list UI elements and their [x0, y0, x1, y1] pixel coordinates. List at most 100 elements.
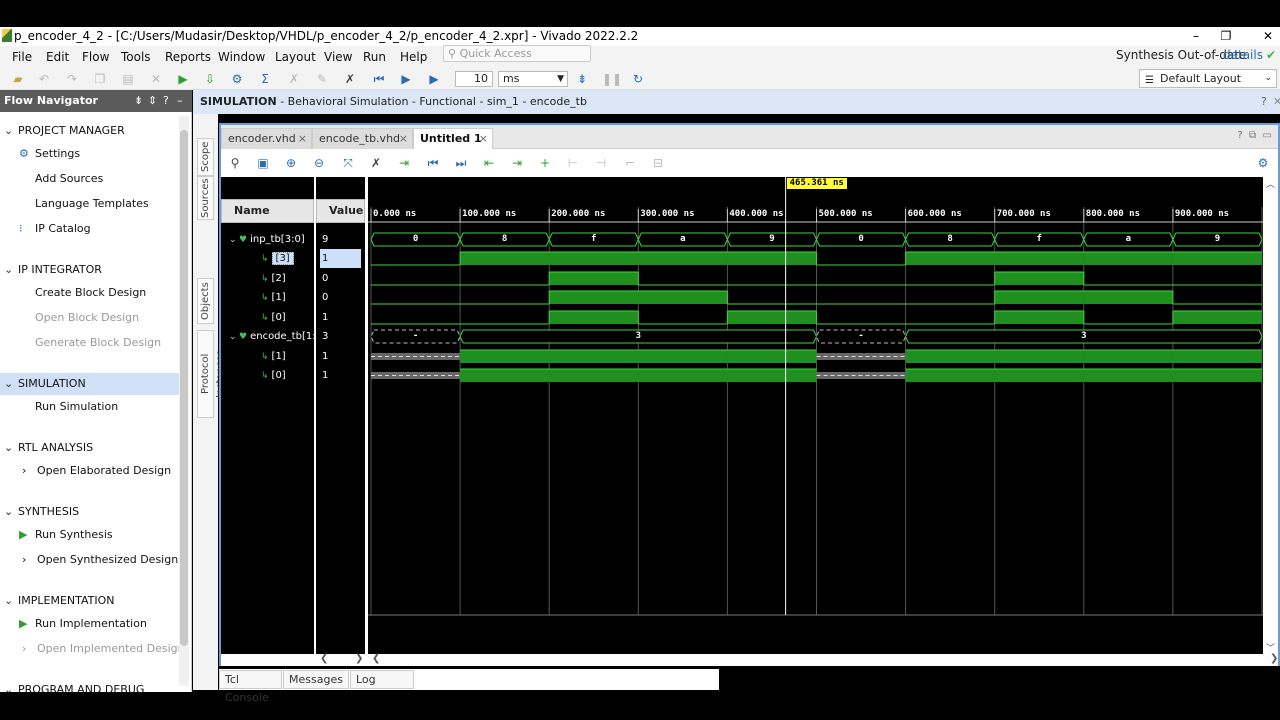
copy-icon[interactable]: ❐ [92, 71, 108, 87]
scroll-right-icon[interactable]: ❯ [1270, 653, 1278, 664]
close-icon[interactable]: ✕ [1273, 90, 1280, 114]
editor-tab-encode_tb-vhd[interactable]: encode_tb.vhd × [312, 128, 413, 149]
menu-reports[interactable]: Reports [165, 46, 211, 68]
nav-section-program-and-debug[interactable]: ⌄ PROGRAM AND DEBUG [0, 679, 179, 701]
collapse-all-icon[interactable]: ⇟ [134, 90, 143, 112]
break-icon[interactable]: ❚❚ [602, 71, 622, 87]
menu-run[interactable]: Run [363, 46, 386, 68]
scroll-left-icon[interactable]: ❮ [372, 653, 380, 664]
side-tab-objects[interactable]: Objects [197, 278, 214, 324]
signal-name-row[interactable]: ↳ [0] [221, 308, 314, 327]
reset-sim-icon[interactable]: ✗ [342, 71, 358, 87]
signal-name-row[interactable]: ↳ [3] [221, 249, 314, 268]
editor-tab-untitled-1[interactable]: Untitled 1 × [413, 128, 493, 149]
restore-icon[interactable]: ❐ [1216, 27, 1236, 46]
save-wave-icon[interactable]: ▣ [255, 155, 271, 171]
zoom-in-icon[interactable]: ⊕ [283, 155, 299, 171]
nav-section-synthesis[interactable]: ⌄ SYNTHESIS [0, 501, 179, 523]
snap-icon[interactable]: ⊟ [650, 155, 666, 171]
help-icon[interactable]: ? [1237, 130, 1242, 141]
menu-tools[interactable]: Tools [121, 46, 151, 68]
cursor-time-label[interactable]: 465.361 ns [786, 178, 847, 189]
go-to-cursor-icon[interactable]: ⇥ [396, 155, 412, 171]
close-tab-icon[interactable]: × [298, 129, 307, 149]
run-unit-select[interactable]: ms ▼ [498, 71, 568, 87]
nav-section-simulation[interactable]: ⌄ SIMULATION [0, 373, 179, 395]
open-folder-icon[interactable]: ▰ [10, 71, 26, 87]
signal-name-row[interactable]: ⌄♥encode_tb[1:0] [221, 327, 314, 346]
zoom-cursor-icon[interactable]: ✗ [368, 155, 384, 171]
quick-access-search[interactable]: ⚲ Quick Access [443, 45, 591, 62]
details-link[interactable]: details [1223, 48, 1263, 62]
undo-icon[interactable]: ↶ [36, 71, 52, 87]
zoom-out-icon[interactable]: ⊖ [311, 155, 327, 171]
nav-section-ip-integrator[interactable]: ⌄ IP INTEGRATOR [0, 259, 179, 281]
run-for-icon[interactable]: ▶ [426, 71, 442, 87]
previous-marker-icon[interactable]: ⊢ [565, 155, 581, 171]
side-tab-scope[interactable]: Scope [197, 138, 214, 176]
go-to-start-icon[interactable]: ⏮ [425, 155, 441, 171]
bottom-tab-tcl-console[interactable]: Tcl Console [219, 670, 282, 704]
signal-name-row[interactable]: ↳ [1] [221, 288, 314, 307]
scroll-left-icon[interactable]: ❮ [320, 653, 328, 664]
maximize-icon[interactable]: ▭ [1263, 130, 1272, 141]
bottom-tab-log[interactable]: Log [350, 670, 414, 689]
nav-section-project-manager[interactable]: ⌄ PROJECT MANAGER [0, 120, 179, 142]
nav-section-rtl-analysis[interactable]: ⌄ RTL ANALYSIS [0, 437, 179, 459]
menu-window[interactable]: Window [218, 46, 265, 68]
name-column-header[interactable]: Name [221, 199, 314, 223]
go-to-end-icon[interactable]: ⏭ [453, 155, 469, 171]
editor-tab-encoder-vhd[interactable]: encoder.vhd × [221, 128, 312, 149]
close-tab-icon[interactable]: × [479, 129, 488, 149]
menu-help[interactable]: Help [400, 46, 427, 68]
program-icon[interactable]: ⇩ [202, 71, 218, 87]
layout-select[interactable]: ☰ Default Layout ⌄ [1139, 69, 1277, 88]
signal-name-row[interactable]: ↳ [1] [221, 347, 314, 366]
value-column-header[interactable]: Value [316, 199, 365, 223]
paste-icon[interactable]: ▤ [120, 71, 136, 87]
swap-cursors-icon[interactable]: ⌐ [622, 155, 638, 171]
help-icon[interactable]: ? [1261, 90, 1267, 114]
scroll-up-icon[interactable]: ︿ [1266, 177, 1275, 190]
cross-tool-icon[interactable]: ✗ [286, 71, 302, 87]
signal-name-row[interactable]: ↳ [0] [221, 366, 314, 385]
minimize-panel-icon[interactable]: – [177, 90, 183, 112]
expand-icon[interactable]: ⇕ [148, 90, 157, 112]
next-transition-icon[interactable]: ⇥ [509, 155, 525, 171]
nav-section-implementation[interactable]: ⌄ IMPLEMENTATION [0, 590, 179, 612]
next-marker-icon[interactable]: ⊣ [593, 155, 609, 171]
flow-navigator-scrollbar[interactable] [179, 116, 189, 686]
menu-file[interactable]: File [12, 46, 32, 68]
minimize-icon[interactable]: – [1186, 27, 1206, 46]
search-icon[interactable]: ⚲ [227, 155, 243, 171]
waveform-vertical-scrollbar[interactable]: ︿ ﹀ [1264, 177, 1277, 654]
waveform-canvas[interactable]: 0.000 ns 100.000 ns 200.000 ns 300.000 ns 40… [368, 177, 1263, 654]
bottom-tab-messages[interactable]: Messages [283, 670, 349, 689]
settings-gear-icon[interactable]: ⚙ [229, 71, 245, 87]
chevron-down-icon[interactable]: ⌄ [229, 231, 239, 249]
signal-name-row[interactable]: ↳ [2] [221, 269, 314, 288]
add-marker-icon[interactable]: + [537, 155, 553, 171]
run-all-icon[interactable]: ▶ [398, 71, 414, 87]
restart-icon[interactable]: ⏮ [371, 71, 387, 87]
side-tab-sources[interactable]: Sources [197, 176, 214, 220]
close-tab-icon[interactable]: × [399, 129, 408, 149]
run-icon[interactable]: ▶ [175, 71, 191, 87]
menu-view[interactable]: View [324, 46, 352, 68]
relaunch-icon[interactable]: ↻ [630, 71, 646, 87]
redo-icon[interactable]: ↷ [64, 71, 80, 87]
zoom-fit-icon[interactable]: ⤧ [340, 155, 356, 171]
chevron-down-icon[interactable]: ⌄ [229, 328, 239, 346]
scrollbar-thumb[interactable] [180, 130, 188, 646]
help-icon[interactable]: ? [163, 90, 169, 112]
side-tab-protocol-instances[interactable]: Protocol Instances [197, 330, 226, 418]
step-icon[interactable]: ⇟ [574, 71, 590, 87]
settings-gear-icon[interactable]: ⚙ [1255, 155, 1271, 171]
scroll-right-icon[interactable]: ❯ [355, 653, 363, 664]
close-icon[interactable]: ✕ [1258, 27, 1278, 46]
menu-flow[interactable]: Flow [82, 46, 109, 68]
signal-name-row[interactable]: ⌄ ♥ inp_tb[3:0] [221, 230, 314, 249]
pen-icon[interactable]: ✎ [314, 71, 330, 87]
previous-transition-icon[interactable]: ⇤ [481, 155, 497, 171]
run-time-input[interactable]: 10 [455, 71, 493, 87]
